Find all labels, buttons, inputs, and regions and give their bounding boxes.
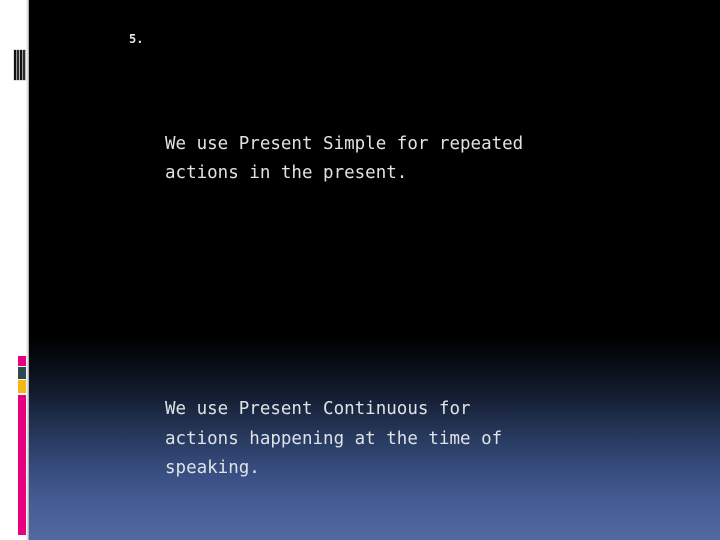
text-line: actions in the present. (165, 163, 408, 183)
slide-body-text: We use Present Simple for repeated actio… (165, 41, 720, 540)
slide-viewer: 5. We use Present Simple for repeated ac… (0, 0, 720, 540)
text-line: We use Present Continuous for (165, 399, 471, 419)
slide-number-marker: 5. (129, 32, 144, 46)
text-line: actions happening at the time of (165, 428, 503, 449)
paragraph-present-simple-use: We use Present Simple for repeated actio… (165, 130, 720, 189)
text-line: speaking. (165, 458, 260, 478)
slide-thumbnail-icon[interactable] (14, 50, 26, 80)
sidebar-divider (26, 0, 29, 540)
paragraph-present-continuous-use: We use Present Continuous for actions ha… (165, 395, 720, 484)
slide-canvas: 5. We use Present Simple for repeated ac… (29, 0, 720, 540)
sidebar-rail (0, 0, 29, 540)
text-line: We use Present Simple for repeated (165, 133, 524, 154)
